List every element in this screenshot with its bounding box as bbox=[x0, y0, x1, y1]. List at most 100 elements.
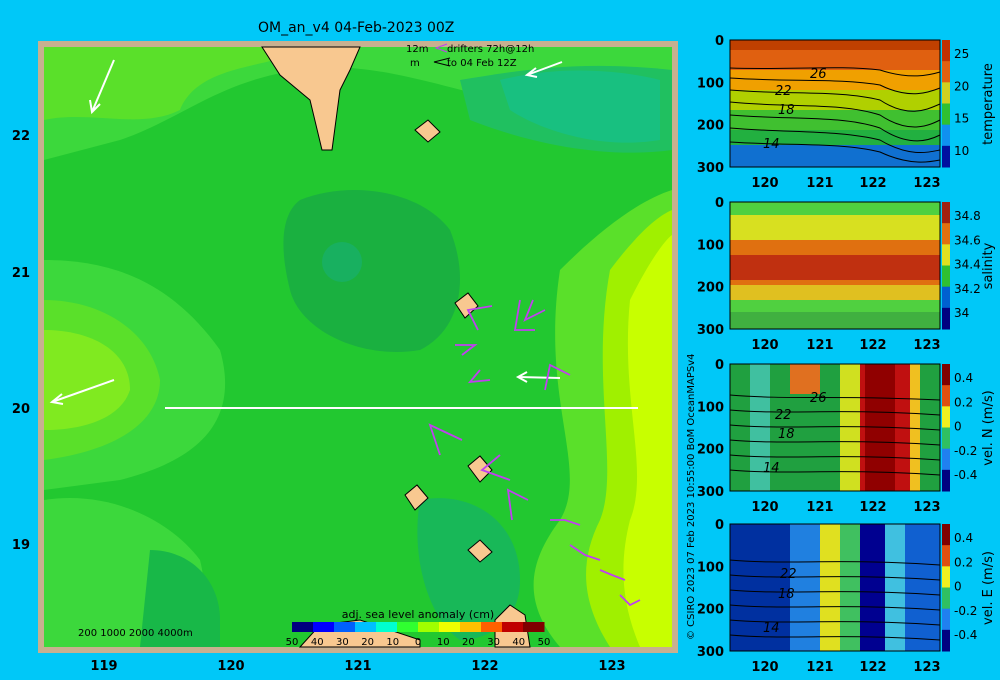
map-y-ticks: 22 21 20 19 bbox=[12, 129, 30, 553]
panel-colorbar-swatch bbox=[942, 61, 950, 83]
colorbar-swatch bbox=[355, 622, 377, 632]
panel-colorbar-label: 0.2 bbox=[954, 555, 973, 569]
panel-colorbar-label: 0 bbox=[954, 420, 962, 434]
map-y-tick-label: 22 bbox=[12, 129, 30, 144]
colorbar-label: 20 bbox=[361, 637, 374, 648]
map-y-tick-label: 19 bbox=[12, 538, 30, 553]
contour-label-5: 26 bbox=[810, 391, 827, 406]
colorbar-label: 20 bbox=[462, 637, 475, 648]
colorbar-label: 40 bbox=[311, 637, 324, 648]
drifter-target: to 04 Feb 12Z bbox=[447, 58, 517, 69]
colorbar-label: 30 bbox=[336, 637, 349, 648]
panel-colorbar-swatch bbox=[942, 145, 950, 168]
panel-colorbar-label: 10 bbox=[954, 144, 969, 158]
panel-vel-e: 22 18 14 bbox=[729, 524, 941, 651]
contour-label-1: 26 bbox=[810, 67, 827, 82]
panel-y-tick-label: 300 bbox=[697, 645, 724, 660]
panel-colorbar-swatch bbox=[942, 545, 950, 567]
panel-y-tick-label: 0 bbox=[715, 34, 724, 49]
panel-colorbar-swatch bbox=[942, 629, 950, 652]
panel-colorbar-swatch bbox=[942, 406, 950, 428]
colorbar-swatch bbox=[502, 622, 524, 632]
colorbar-label: 0 bbox=[415, 637, 421, 648]
panel-colorbar-label: 34.4 bbox=[954, 258, 981, 272]
panel-ylabel: vel. N (m/s) bbox=[981, 390, 996, 465]
bathymetry-legend: 200 1000 2000 4000m bbox=[78, 628, 193, 639]
panel-y-tick-label: 200 bbox=[697, 119, 724, 134]
colorbar-label: 10 bbox=[437, 637, 450, 648]
panel-colorbar-swatch bbox=[942, 448, 950, 471]
contour-label-8: 14 bbox=[763, 461, 780, 476]
panel-colorbar-label: 15 bbox=[954, 112, 969, 126]
panel-colorbar-swatch bbox=[942, 427, 950, 450]
panel-temperature: 26 22 18 14 bbox=[729, 40, 941, 167]
panel-ylabel: salinity bbox=[981, 242, 996, 289]
map-y-tick-label: 20 bbox=[12, 402, 30, 417]
map-x-tick-label: 120 bbox=[217, 659, 244, 674]
map-x-tick-label: 119 bbox=[90, 659, 117, 674]
panel-y-tick-label: 0 bbox=[715, 358, 724, 373]
panel-x-tick-label: 121 bbox=[806, 500, 833, 515]
colorbar-swatch bbox=[313, 622, 335, 632]
panel-colorbar-swatch bbox=[942, 103, 950, 126]
panel-colorbar-label: 0.4 bbox=[954, 371, 973, 385]
panel-colorbar-swatch bbox=[942, 385, 950, 407]
contour-label-10: 18 bbox=[778, 587, 795, 602]
colorbar-label: 50 bbox=[538, 637, 551, 648]
colorbar-label: 40 bbox=[512, 637, 525, 648]
contour-label-3: 18 bbox=[778, 103, 795, 118]
panel-x-tick-label: 123 bbox=[913, 500, 940, 515]
panel-colorbar-label: 34.2 bbox=[954, 282, 981, 296]
colorbar-swatch bbox=[334, 622, 356, 632]
panel-ylabel: vel. E (m/s) bbox=[981, 551, 996, 625]
panel-y-tick-label: 100 bbox=[697, 560, 724, 575]
panel-x-tick-label: 122 bbox=[859, 660, 886, 675]
panel-colorbar-label: -0.2 bbox=[954, 604, 977, 618]
drifter-depth: 12m bbox=[406, 44, 428, 55]
sla-contour-n bbox=[322, 242, 362, 282]
map-x-tick-label: 121 bbox=[344, 659, 371, 674]
panel-colorbar-swatch bbox=[942, 566, 950, 588]
panel-x-tick-label: 120 bbox=[751, 500, 778, 515]
contour-label-11: 14 bbox=[763, 621, 780, 636]
panel-x-tick-label: 121 bbox=[806, 338, 833, 353]
panel-x-tick-label: 122 bbox=[859, 176, 886, 191]
panel-x-tick-label: 123 bbox=[913, 176, 940, 191]
panel-colorbar-swatch bbox=[942, 307, 950, 330]
panel-colorbar-label: 34 bbox=[954, 306, 969, 320]
panel-x-tick-label: 120 bbox=[751, 176, 778, 191]
contour-label-6: 22 bbox=[775, 408, 792, 423]
panel-colorbar-label: -0.2 bbox=[954, 444, 977, 458]
section-panels: 26 22 18 14 26 22 18 14 22 18 14 0100200… bbox=[697, 34, 996, 675]
colorbar-label: 50 bbox=[286, 637, 299, 648]
panel-y-tick-label: 200 bbox=[697, 603, 724, 618]
colorbar-swatch bbox=[460, 622, 482, 632]
panel-colorbar-swatch bbox=[942, 608, 950, 631]
panel-colorbar-swatch bbox=[942, 286, 950, 309]
colorbar-title: adj. sea level anomaly (cm) bbox=[342, 608, 494, 621]
panel-y-tick-label: 100 bbox=[697, 76, 724, 91]
panel-y-tick-label: 100 bbox=[697, 238, 724, 253]
colorbar-label: 30 bbox=[487, 637, 500, 648]
panel-colorbar-swatch bbox=[942, 40, 950, 62]
panel-y-tick-label: 200 bbox=[697, 443, 724, 458]
colorbar-swatch bbox=[418, 622, 440, 632]
panel-x-tick-label: 120 bbox=[751, 338, 778, 353]
panel-colorbar-label: 0.4 bbox=[954, 531, 973, 545]
panel-y-tick-label: 300 bbox=[697, 485, 724, 500]
panel-colorbar-label: 0.2 bbox=[954, 395, 973, 409]
panel-x-tick-label: 122 bbox=[859, 338, 886, 353]
panel-colorbar-swatch bbox=[942, 587, 950, 610]
panel-colorbar-swatch bbox=[942, 223, 950, 245]
panel-y-tick-label: 300 bbox=[697, 323, 724, 338]
panel-ylabel: temperature bbox=[981, 63, 996, 145]
panel-x-tick-label: 121 bbox=[806, 660, 833, 675]
panel-colorbar-swatch bbox=[942, 82, 950, 104]
panel-colorbar-label: 25 bbox=[954, 47, 969, 61]
panel-vel-n: 26 22 18 14 bbox=[729, 364, 941, 491]
panel-colorbar-label: 34.8 bbox=[954, 209, 981, 223]
panel-salinity bbox=[730, 202, 940, 329]
panel-colorbar-label: 20 bbox=[954, 79, 969, 93]
colorbar-label: 10 bbox=[386, 637, 399, 648]
contour-label-4: 14 bbox=[763, 137, 780, 152]
